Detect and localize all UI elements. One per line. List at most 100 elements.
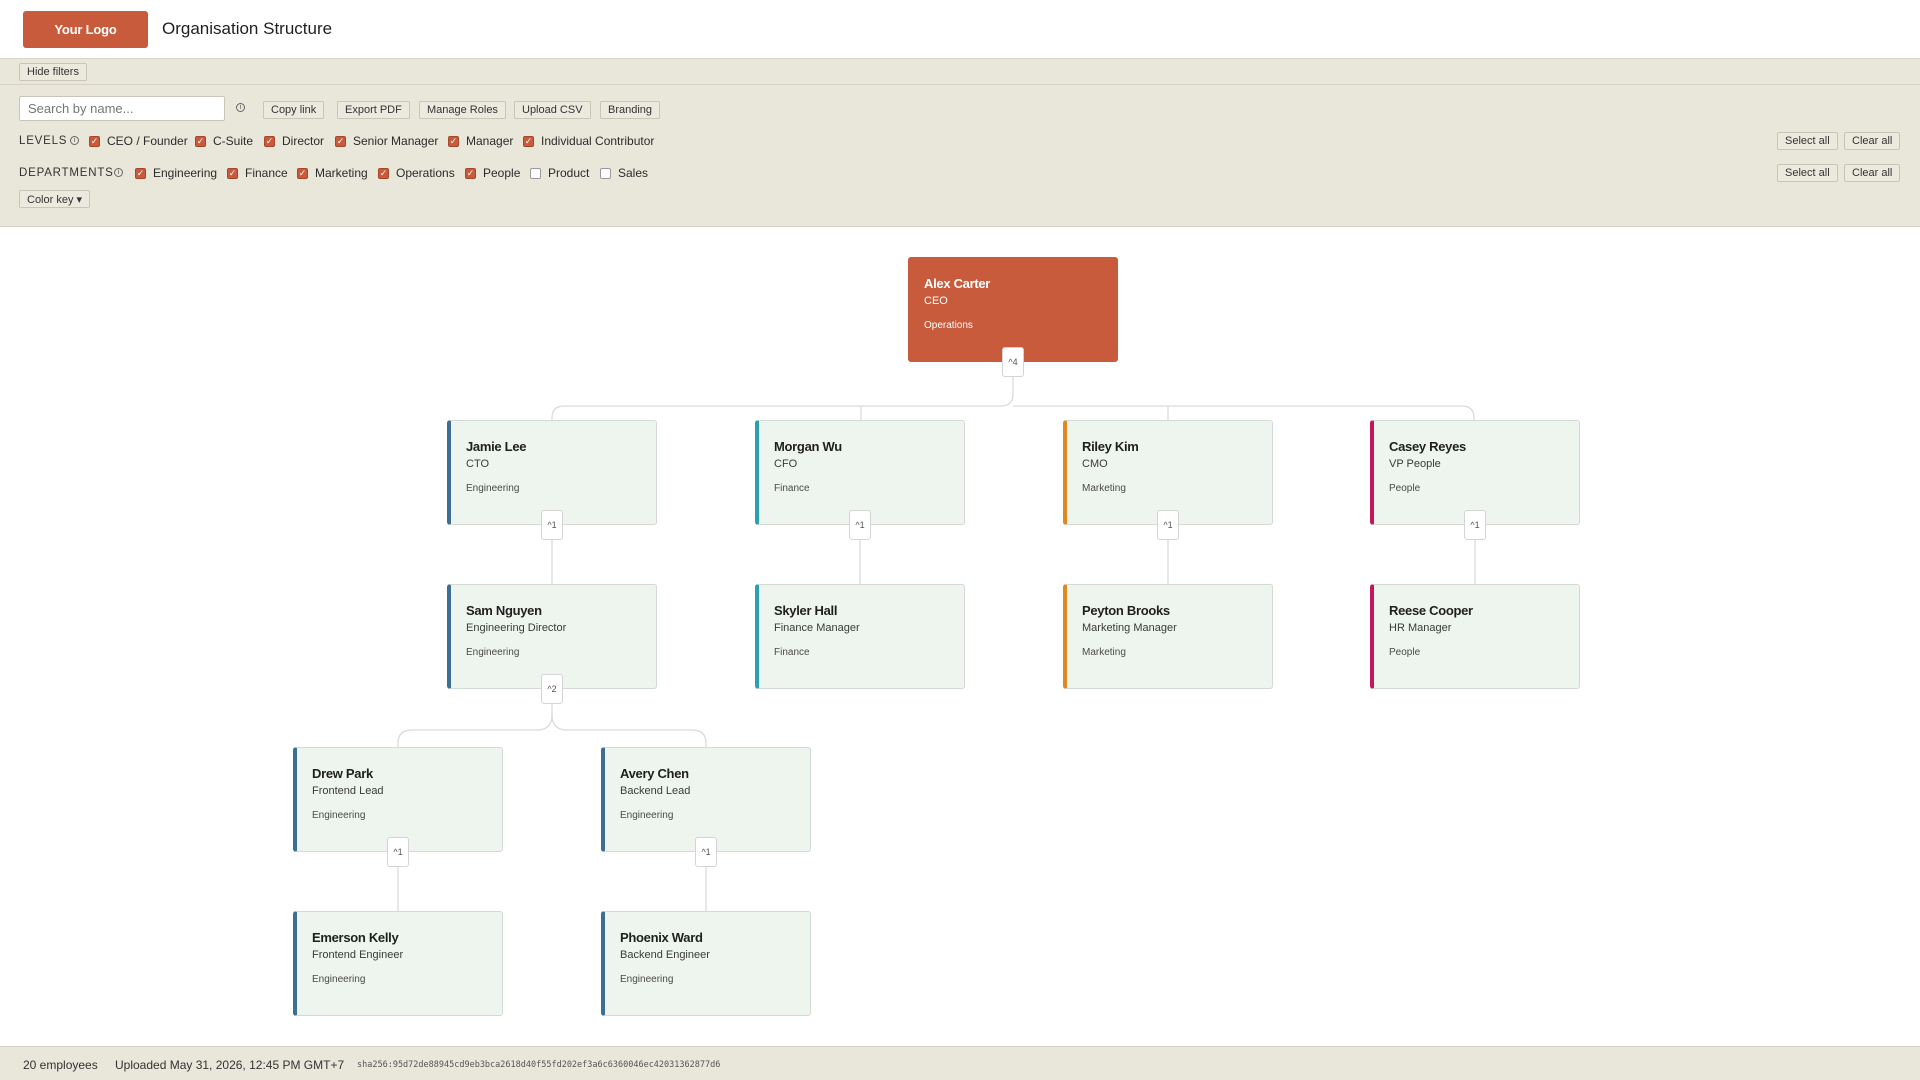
departments-checkbox-people[interactable]: ✓ People <box>465 166 520 180</box>
employee-role: Backend Lead <box>620 785 691 797</box>
departments-select-all-button[interactable]: Select all <box>1777 164 1838 182</box>
org-card-mkt-mgr[interactable]: Peyton Brooks Marketing Manager Marketing <box>1063 584 1273 689</box>
departments-clear-all-button[interactable]: Clear all <box>1844 164 1901 182</box>
employee-role: CMO <box>1082 458 1108 470</box>
levels-clear-all-button[interactable]: Clear all <box>1844 132 1901 150</box>
departments-checkbox-operations[interactable]: ✓ Operations <box>378 166 455 180</box>
checkbox-checked-icon[interactable]: ✓ <box>264 135 275 147</box>
levels-checkbox-c-suite[interactable]: ✓ C-Suite <box>195 134 253 148</box>
departments-info-icon[interactable]: i <box>114 168 123 177</box>
employee-name: Drew Park <box>312 766 373 781</box>
collapse-toggle-button[interactable]: ^1 <box>1464 510 1486 540</box>
employee-name: Jamie Lee <box>466 439 527 454</box>
checkbox-checked-icon[interactable]: ✓ <box>227 167 238 179</box>
file-hash: sha256:95d72de88945cd9eb3bca2618d40f55fd… <box>357 1060 721 1070</box>
checkbox-label: Marketing <box>315 166 368 180</box>
employee-name: Reese Cooper <box>1389 603 1473 618</box>
collapse-toggle-button[interactable]: ^1 <box>387 837 409 867</box>
departments-checkbox-marketing[interactable]: ✓ Marketing <box>297 166 368 180</box>
levels-info-icon[interactable]: i <box>70 136 79 145</box>
employee-role: Finance Manager <box>774 622 860 634</box>
copy-link-button[interactable]: Copy link <box>263 101 325 119</box>
checkbox-checked-icon[interactable]: ✓ <box>135 167 146 179</box>
employee-name: Emerson Kelly <box>312 930 399 945</box>
org-card-hr-mgr[interactable]: Reese Cooper HR Manager People <box>1370 584 1580 689</box>
employee-role: Engineering Director <box>466 622 567 634</box>
employee-role: Frontend Engineer <box>312 949 404 961</box>
employee-department: Finance <box>774 647 810 658</box>
collapse-toggle-button[interactable]: ^1 <box>1157 510 1179 540</box>
checkbox-label: Individual Contributor <box>541 134 655 148</box>
employee-name: Skyler Hall <box>774 603 838 618</box>
branding-button[interactable]: Branding <box>600 101 661 119</box>
employee-name: Casey Reyes <box>1389 439 1466 454</box>
upload-timestamp: Uploaded May 31, 2026, 12:45 PM GMT+7 <box>115 1058 345 1072</box>
employee-role: CEO <box>924 295 948 307</box>
employee-role: Frontend Lead <box>312 785 384 797</box>
export-pdf-button[interactable]: Export PDF <box>337 101 410 119</box>
hide-filters-button[interactable]: Hide filters <box>19 63 87 81</box>
employee-name: Avery Chen <box>620 766 689 781</box>
org-card-be-eng[interactable]: Phoenix Ward Backend Engineer Engineering <box>601 911 811 1016</box>
levels-label: LEVELS <box>19 135 68 147</box>
levels-checkbox-ceo-founder[interactable]: ✓ CEO / Founder <box>89 134 188 148</box>
checkbox-checked-icon[interactable]: ✓ <box>335 135 346 147</box>
manage-roles-button[interactable]: Manage Roles <box>419 101 506 119</box>
employee-name: Peyton Brooks <box>1082 603 1170 618</box>
color-key-button[interactable]: Color key ▾ <box>19 190 91 208</box>
org-card-fin-mgr[interactable]: Skyler Hall Finance Manager Finance <box>755 584 965 689</box>
collapse-toggle-button[interactable]: ^4 <box>1002 347 1024 377</box>
employee-name: Morgan Wu <box>774 439 842 454</box>
checkbox-label: Sales <box>618 166 649 180</box>
collapse-toggle-button[interactable]: ^1 <box>541 510 563 540</box>
org-card-fe-eng[interactable]: Emerson Kelly Frontend Engineer Engineerin… <box>293 911 503 1016</box>
org-chart: Alex Carter CEO Operations ^4 Jamie Lee CTO En… <box>0 228 1920 1046</box>
employee-role: VP People <box>1389 458 1441 470</box>
checkbox-checked-icon[interactable]: ✓ <box>195 135 206 147</box>
info-icon[interactable]: i <box>236 103 245 112</box>
levels-checkbox-individual-contributor[interactable]: ✓ Individual Contributor <box>523 134 654 148</box>
page-title: Organisation Structure <box>162 19 333 38</box>
levels-checkbox-director[interactable]: ✓ Director <box>264 134 324 148</box>
checkbox-checked-icon[interactable]: ✓ <box>448 135 459 147</box>
employee-department: Marketing <box>1082 647 1126 658</box>
departments-checkbox-sales[interactable]: Sales <box>600 166 648 180</box>
collapse-toggle-button[interactable]: ^1 <box>695 837 717 867</box>
checkbox-checked-icon[interactable]: ✓ <box>89 135 100 147</box>
departments-checkbox-product[interactable]: Product <box>530 166 589 180</box>
collapse-toggle-button[interactable]: ^2 <box>541 674 563 704</box>
checkbox-unchecked-icon[interactable] <box>600 167 611 179</box>
employee-name: Riley Kim <box>1082 439 1139 454</box>
status-footer: 20 employees Uploaded May 31, 2026, 12:4… <box>0 1046 1920 1080</box>
employee-name: Alex Carter <box>924 276 991 291</box>
checkbox-unchecked-icon[interactable] <box>530 167 541 179</box>
employee-department: Operations <box>924 320 973 331</box>
departments-label: DEPARTMENTS <box>19 167 114 179</box>
upload-csv-button[interactable]: Upload CSV <box>514 101 591 119</box>
employee-department: People <box>1389 483 1421 494</box>
employee-department: Finance <box>774 483 810 494</box>
levels-checkbox-senior-manager[interactable]: ✓ Senior Manager <box>335 134 438 148</box>
search-input[interactable] <box>19 96 225 121</box>
employee-department: Engineering <box>620 810 674 821</box>
collapse-toggle-button[interactable]: ^1 <box>849 510 871 540</box>
logo[interactable]: Your Logo <box>23 11 148 48</box>
checkbox-checked-icon[interactable]: ✓ <box>297 167 308 179</box>
levels-select-all-button[interactable]: Select all <box>1777 132 1838 150</box>
checkbox-checked-icon[interactable]: ✓ <box>523 135 534 147</box>
levels-checkbox-manager[interactable]: ✓ Manager <box>448 134 513 148</box>
departments-checkbox-engineering[interactable]: ✓ Engineering <box>135 166 217 180</box>
checkbox-checked-icon[interactable]: ✓ <box>378 167 389 179</box>
checkbox-checked-icon[interactable]: ✓ <box>465 167 476 179</box>
employee-count: 20 employees <box>23 1058 98 1072</box>
checkbox-label: Senior Manager <box>353 134 439 148</box>
checkbox-label: Director <box>282 134 325 148</box>
employee-role: HR Manager <box>1389 622 1452 634</box>
checkbox-label: Engineering <box>153 166 218 180</box>
employee-role: Marketing Manager <box>1082 622 1177 634</box>
employee-department: People <box>1389 647 1421 658</box>
employee-name: Sam Nguyen <box>466 603 542 618</box>
departments-checkbox-finance[interactable]: ✓ Finance <box>227 166 288 180</box>
employee-department: Engineering <box>466 647 520 658</box>
employee-department: Engineering <box>466 483 520 494</box>
